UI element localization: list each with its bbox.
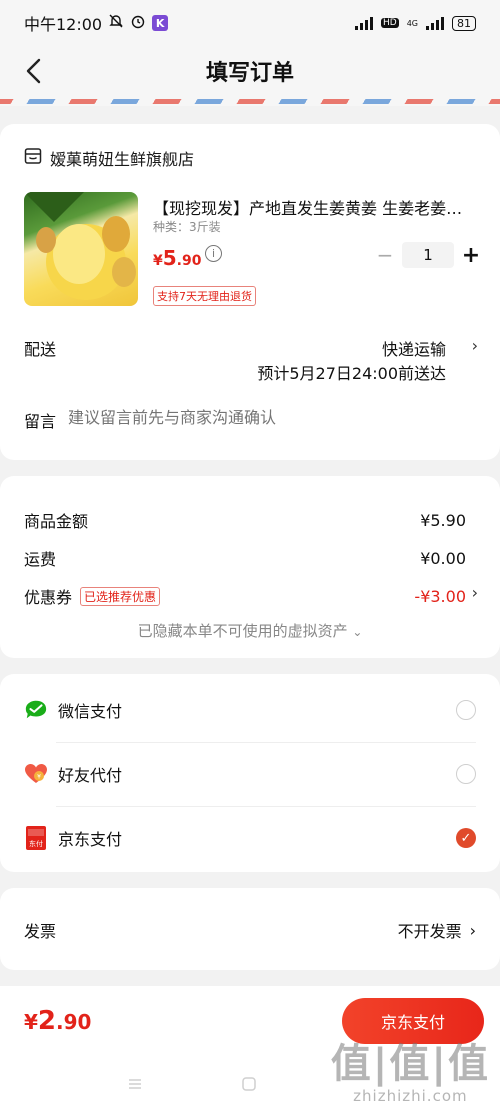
chevron-left-icon (26, 58, 41, 84)
checkout-bar: ¥ 2 .90 京东支付 值|值|值 zhizhizhi.com (0, 986, 500, 1111)
invoice-card: 发票 不开发票 › (0, 888, 500, 970)
chevron-right-icon[interactable]: › (472, 336, 478, 355)
note-input[interactable] (68, 408, 468, 427)
total-decimal: .90 (56, 1010, 92, 1034)
quantity-value[interactable]: 1 (402, 242, 454, 268)
total-price: ¥ 2 .90 (24, 1006, 91, 1036)
home-icon[interactable] (242, 1076, 256, 1091)
payment-option-jd[interactable]: 东付 京东支付 ✓ (24, 806, 476, 870)
coupon-tag: 已选推荐优惠 (80, 586, 161, 606)
menu-icon[interactable] (128, 1076, 142, 1090)
nav-bar: 填写订单 (0, 46, 500, 96)
delivery-label: 配送 (24, 340, 57, 359)
watermark-url: zhizhizhi.com (353, 1087, 468, 1105)
price-decimal: .90 (176, 253, 202, 269)
status-bar: 中午12:00 K HD 4G 81 (0, 0, 500, 46)
hd-icon: HD (381, 18, 399, 28)
product-title[interactable]: 【现挖现发】产地直发生姜黄姜 生姜老姜… (153, 195, 478, 219)
delivery-method[interactable]: 快递运输 (382, 336, 446, 360)
payment-label-wechat: 微信支付 (58, 702, 123, 721)
product-spec[interactable]: 种类：3斤装 (153, 218, 221, 235)
airmail-border (0, 96, 500, 106)
minus-icon[interactable]: − (372, 243, 398, 267)
invoice-row[interactable]: 发票 不开发票 › (24, 918, 476, 942)
info-icon[interactable]: i (205, 245, 222, 262)
battery-icon: 81 (452, 15, 476, 31)
store-icon (24, 147, 42, 169)
alarm-clock-icon (130, 13, 146, 33)
svg-text:¥: ¥ (37, 774, 41, 781)
radio-jd-checked[interactable]: ✓ (456, 828, 476, 848)
signal-4g-icon (426, 16, 444, 30)
back-button[interactable] (22, 56, 46, 86)
shipping-value: ¥0.00 (420, 548, 466, 568)
price-integer: 5 (162, 246, 177, 270)
coupon-value: -¥3.00 (414, 586, 466, 606)
net-type-label: 4G (406, 18, 418, 28)
mute-bell-icon (108, 13, 124, 33)
jd-icon-text: 东付 (29, 839, 43, 848)
chevron-down-icon: ⌄ (352, 625, 363, 639)
shipping-label: 运费 (24, 550, 57, 569)
friend-pay-icon: ¥ (24, 762, 48, 786)
battery-level: 81 (457, 16, 471, 30)
product-price: ¥ 5 .90 (153, 246, 201, 270)
goods-amount-row: 商品金额 ¥5.90 (24, 508, 466, 532)
total-currency: ¥ (24, 1010, 38, 1034)
note-label: 留言 (24, 412, 57, 431)
status-time: 中午12:00 (24, 15, 103, 34)
goods-amount-label: 商品金额 (24, 512, 89, 531)
invoice-label: 发票 (24, 922, 57, 941)
store-header[interactable]: 嫒菓萌妞生鲜旗舰店 (24, 146, 194, 170)
payment-option-wechat[interactable]: 微信支付 (24, 678, 476, 742)
product-image[interactable] (24, 192, 138, 306)
coupon-label: 优惠券 (24, 588, 73, 607)
watermark-logo-text: 值|值|值 (330, 1041, 490, 1087)
page-title: 填写订单 (205, 61, 294, 86)
signal-icon (355, 16, 373, 30)
plus-icon[interactable]: + (458, 243, 484, 268)
invoice-value: 不开发票 (397, 922, 462, 941)
return-policy-badge: 支持7天无理由退货 (153, 286, 256, 306)
watermark: 值|值|值 zhizhizhi.com (331, 1041, 490, 1105)
coupon-chevron-icon[interactable]: › (472, 583, 478, 602)
chevron-right-icon: › (469, 920, 476, 940)
coupon-row[interactable]: 优惠券 已选推荐优惠 -¥3.00 (24, 584, 466, 608)
goods-amount-value: ¥5.90 (420, 510, 466, 530)
hidden-assets-toggle[interactable]: 已隐藏本单不可使用的虚拟资产 ⌄ (0, 620, 500, 641)
payment-label-jd: 京东支付 (58, 830, 123, 849)
app-k-icon: K (152, 15, 169, 31)
price-currency: ¥ (153, 253, 163, 269)
delivery-eta: 预计5月27日24:00前送达 (257, 364, 446, 383)
hidden-assets-text: 已隐藏本单不可使用的虚拟资产 (137, 622, 348, 640)
shipping-row: 运费 ¥0.00 (24, 546, 466, 570)
total-integer: 2 (37, 1006, 57, 1036)
pay-button[interactable]: 京东支付 (342, 998, 484, 1044)
quantity-stepper: − 1 + (372, 242, 484, 268)
store-card: 嫒菓萌妞生鲜旗舰店 【现挖现发】产地直发生姜黄姜 生姜老姜… 种类：3斤装 ¥ … (0, 124, 500, 460)
payment-label-friend: 好友代付 (58, 766, 123, 785)
payment-option-friend[interactable]: ¥ 好友代付 (24, 742, 476, 806)
jd-pay-icon: 东付 (24, 826, 48, 850)
wechat-pay-icon (24, 698, 48, 722)
radio-friend[interactable] (456, 764, 476, 784)
radio-wechat[interactable] (456, 700, 476, 720)
store-name: 嫒菓萌妞生鲜旗舰店 (50, 150, 195, 169)
